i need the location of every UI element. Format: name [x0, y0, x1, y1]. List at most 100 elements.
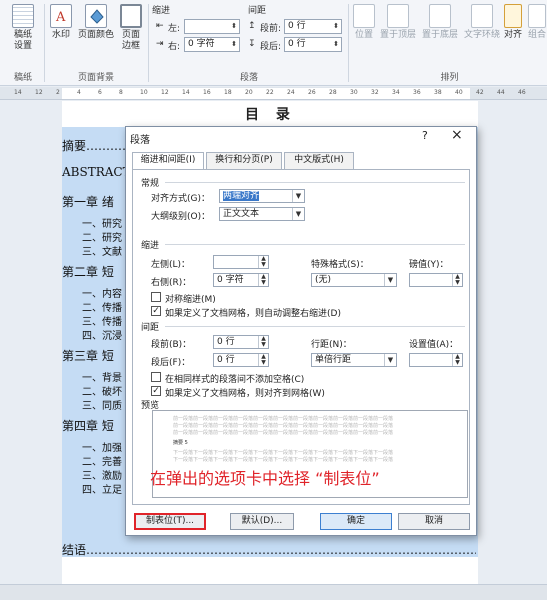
indent-right-icon: ⇥	[156, 39, 164, 49]
dialog-title: 段落	[130, 135, 150, 146]
ruler-tick-label: 28	[329, 89, 337, 96]
page-border-icon	[120, 4, 142, 28]
bring-front-button[interactable]: 置于顶层	[378, 4, 418, 41]
spinner-arrows-icon: ⬍	[231, 40, 237, 48]
tab-indent-spacing[interactable]: 缩进和间距(I)	[132, 152, 204, 170]
ruler-tick-label: 22	[266, 89, 274, 96]
spinner-arrows-icon: ▲ ▼	[452, 354, 462, 366]
indent-right-spinner[interactable]: 0 字符 ⬍	[184, 37, 240, 52]
spacing-before-spinner[interactable]: 0 行 ⬍	[284, 19, 342, 34]
special-format-value: (无)	[315, 275, 332, 285]
indent-right-label: 右:	[168, 42, 181, 52]
chevron-down-icon: ▼	[292, 190, 304, 202]
alignment-label: 对齐方式(G)：	[151, 194, 210, 204]
position-button[interactable]: 位置	[352, 4, 376, 41]
ruler-tick-label: 34	[392, 89, 400, 96]
group-separator	[148, 4, 149, 82]
ruler-tick-label: 12	[35, 89, 43, 96]
divider	[165, 182, 465, 183]
alignment-value: 两端对齐	[223, 191, 260, 201]
indent-right-dialog-label: 右侧(R)：	[151, 278, 192, 288]
spacing-before-input-value: 0 行	[217, 337, 235, 347]
spacing-before-dialog-label: 段前(B)：	[151, 340, 192, 350]
outline-level-select[interactable]: 正文文本 ▼	[219, 207, 305, 221]
outline-level-value: 正文文本	[223, 209, 260, 219]
set-default-button[interactable]: 默认(D)...	[230, 513, 294, 530]
indent-left-spinner[interactable]: ⬍	[184, 19, 240, 34]
ruler-tick-label: 6	[98, 89, 102, 96]
indent-left-input[interactable]: ▲ ▼	[213, 255, 269, 269]
align-button[interactable]: 对齐	[503, 4, 523, 41]
ok-button[interactable]: 确定	[320, 513, 392, 530]
draft-paper-icon	[12, 4, 34, 28]
horizontal-ruler[interactable]: 14 12 2 4 6 8 10 12 14 16 18 20 22 24 26 28 30 32 34 36 38 40…	[0, 87, 547, 100]
spacing-before-input[interactable]: 0 行 ▲ ▼	[213, 335, 269, 349]
ruler-tick-label: 40	[455, 89, 463, 96]
draft-setup-label-1: 稿纸	[13, 30, 32, 40]
line-spacing-select[interactable]: 单倍行距 ▼	[311, 353, 397, 367]
text-wrap-button[interactable]: 文字环绕	[462, 4, 502, 41]
indent-section-title: 缩进	[141, 241, 160, 251]
preview-sample: 摘要 5	[173, 440, 188, 446]
toc-section-entry: 二、研究	[82, 233, 122, 244]
spacing-after-input[interactable]: 0 行 ▲ ▼	[213, 353, 269, 367]
toc-title: 目 录	[245, 107, 296, 123]
tab-asian-typography[interactable]: 中文版式(H)	[284, 152, 354, 169]
ruler-tick-label: 14	[14, 89, 22, 96]
ruler-tick-label: 24	[287, 89, 295, 96]
spacing-after-spinner[interactable]: 0 行 ⬍	[284, 37, 342, 52]
ruler-tick-label: 42	[476, 89, 484, 96]
ruler-tick-label: 38	[434, 89, 442, 96]
watermark-label: 水印	[51, 30, 70, 40]
snap-grid-checkbox[interactable]: ✓	[151, 386, 161, 396]
tab-line-page-breaks[interactable]: 换行和分页(P)	[206, 152, 282, 169]
ruler-tick-label: 2	[56, 89, 60, 96]
auto-adjust-checkbox[interactable]: ✓	[151, 306, 161, 316]
indent-by-input[interactable]: ▲ ▼	[409, 273, 463, 287]
toc-section-entry: 一、加强	[82, 443, 122, 454]
no-space-checkbox[interactable]	[151, 372, 161, 382]
paragraph-dialog: 段落 ? × 缩进和间距(I) 换行和分页(P) 中文版式(H) 常规 对齐方式…	[125, 126, 477, 536]
watermark-icon: A	[50, 4, 72, 28]
cancel-button[interactable]: 取消	[398, 513, 470, 530]
close-button[interactable]: ×	[451, 127, 463, 143]
preview-prev-line: 前一段落前一段落前一段落前一段落前一段落前一段落前一段落前一段落前一段落前一段落…	[173, 423, 394, 429]
page-color-button[interactable]: 页面颜色	[76, 4, 116, 41]
preview-prev-line: 前一段落前一段落前一段落前一段落前一段落前一段落前一段落前一段落前一段落前一段落…	[173, 416, 394, 422]
page-border-button[interactable]: 页面 边框	[118, 4, 144, 52]
group-icon	[528, 4, 546, 28]
paragraph-group-label: 段落	[239, 73, 258, 83]
group-button[interactable]: 组合	[527, 4, 547, 41]
send-back-button[interactable]: 置于底层	[420, 4, 460, 41]
ruler-tick-label: 4	[77, 89, 81, 96]
ruler-tick-label: 14	[182, 89, 190, 96]
annotation-text: 在弹出的选项卡中选择 “制表位”	[150, 469, 380, 488]
spacing-before-icon: ↥	[248, 21, 256, 31]
spinner-arrows-icon: ▲ ▼	[258, 354, 268, 366]
spinner-arrows-icon: ▲ ▼	[452, 274, 462, 286]
draft-setup-button[interactable]: 稿纸 设置	[6, 4, 40, 52]
send-back-icon	[429, 4, 451, 28]
spacing-before-value: 0 行	[288, 21, 306, 31]
mirror-indent-checkbox[interactable]	[151, 292, 161, 302]
toc-chapter-entry: 第一章 绪	[62, 195, 114, 209]
auto-adjust-label: 如果定义了文档网格，则自动调整右缩进(D)	[165, 309, 341, 319]
toc-section-entry: 二、完善	[82, 457, 122, 468]
indent-right-input-value: 0 字符	[217, 275, 244, 285]
help-button[interactable]: ?	[422, 129, 428, 142]
ruler-tick-label: 10	[140, 89, 148, 96]
position-icon	[353, 4, 375, 28]
spacing-section-title: 间距	[141, 323, 160, 333]
spacing-at-input[interactable]: ▲ ▼	[409, 353, 463, 367]
tabs-button[interactable]: 制表位(T)...	[134, 513, 206, 530]
indent-left-label: 左:	[168, 24, 181, 34]
watermark-button[interactable]: A 水印	[48, 4, 74, 41]
chevron-down-icon: ▼	[384, 354, 396, 366]
indent-right-input[interactable]: 0 字符 ▲ ▼	[213, 273, 269, 287]
line-spacing-value: 单倍行距	[315, 355, 352, 365]
ribbon: 稿纸 设置 稿纸 A 水印 页面颜色 页面 边框 页面背景 缩进 ⇤ 左: ⬍ …	[0, 0, 547, 86]
draft-setup-label-2: 设置	[13, 41, 32, 51]
toc-section-entry: 二、破坏	[82, 387, 122, 398]
special-format-select[interactable]: (无) ▼	[311, 273, 397, 287]
alignment-select[interactable]: 两端对齐 ▼	[219, 189, 305, 203]
